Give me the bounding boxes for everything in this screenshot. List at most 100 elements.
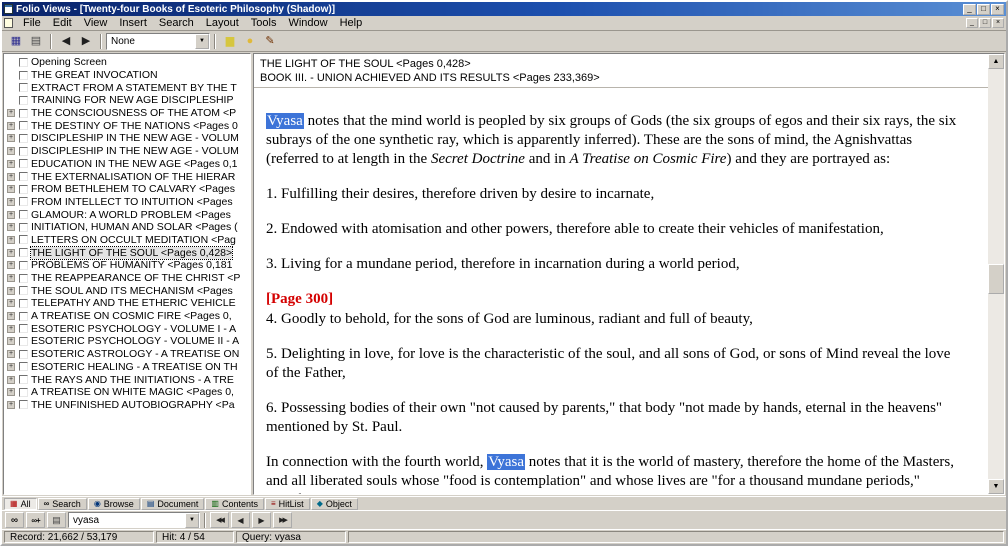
item-checkbox[interactable] — [19, 273, 28, 283]
item-checkbox[interactable] — [19, 70, 28, 80]
item-checkbox[interactable] — [19, 121, 28, 131]
sidebar-item[interactable]: + ESOTERIC ASTROLOGY - A TREATISE ON — [4, 348, 250, 361]
chevron-down-icon[interactable]: ▼ — [195, 33, 209, 49]
sidebar-item[interactable]: + THE DESTINY OF THE NATIONS <Pages 0 — [4, 119, 250, 132]
expand-icon[interactable]: + — [7, 235, 15, 244]
tab-contents[interactable]: Contents — [205, 497, 264, 510]
menu-layout[interactable]: Layout — [200, 17, 245, 29]
item-checkbox[interactable] — [19, 83, 28, 93]
item-checkbox[interactable] — [19, 235, 28, 245]
last-hit-button[interactable] — [273, 512, 292, 528]
sidebar-item[interactable]: + FROM INTELLECT TO INTUITION <Pages — [4, 196, 250, 209]
sidebar-item[interactable]: + THE SOUL AND ITS MECHANISM <Pages — [4, 284, 250, 297]
advanced-query-button[interactable] — [26, 512, 45, 528]
menu-file[interactable]: File — [17, 17, 47, 29]
item-checkbox[interactable] — [19, 222, 28, 232]
expand-icon[interactable]: + — [7, 324, 15, 333]
expand-icon[interactable]: + — [7, 337, 15, 346]
print-button[interactable] — [26, 33, 46, 50]
item-checkbox[interactable] — [19, 95, 28, 105]
item-checkbox[interactable] — [19, 260, 28, 270]
item-checkbox[interactable] — [19, 197, 28, 207]
menu-search[interactable]: Search — [153, 17, 200, 29]
item-checkbox[interactable] — [19, 362, 28, 372]
menu-window[interactable]: Window — [282, 17, 333, 29]
tab-search[interactable]: Search — [37, 497, 87, 510]
expand-icon[interactable]: + — [7, 274, 15, 283]
sidebar-item[interactable]: + EDUCATION IN THE NEW AGE <Pages 0,1 — [4, 158, 250, 171]
sidebar-item[interactable]: + ESOTERIC PSYCHOLOGY - VOLUME I - A — [4, 322, 250, 335]
word-wheel-button[interactable] — [47, 512, 66, 528]
item-checkbox[interactable] — [19, 311, 28, 321]
sidebar-item[interactable]: + FROM BETHLEHEM TO CALVARY <Pages — [4, 183, 250, 196]
menu-help[interactable]: Help — [334, 17, 369, 29]
tab-browse[interactable]: Browse — [87, 497, 140, 510]
query-combo[interactable]: vyasa ▼ — [68, 512, 200, 528]
expand-icon[interactable]: + — [7, 210, 15, 219]
tab-object[interactable]: Object — [310, 497, 358, 510]
restore-button[interactable]: □ — [977, 3, 990, 15]
sidebar-item[interactable]: + THE LIGHT OF THE SOUL <Pages 0,428> — [4, 245, 250, 260]
next-hit-button[interactable] — [252, 512, 271, 528]
sidebar-item[interactable]: + PROBLEMS OF HUMANITY <Pages 0,181 — [4, 259, 250, 272]
expand-icon[interactable]: + — [7, 286, 15, 295]
expand-icon[interactable]: + — [7, 375, 15, 384]
menu-edit[interactable]: Edit — [47, 17, 78, 29]
sidebar-item[interactable]: + ESOTERIC HEALING - A TREATISE ON TH — [4, 361, 250, 374]
item-checkbox[interactable] — [19, 400, 28, 410]
item-checkbox[interactable] — [19, 349, 28, 359]
binoculars-button[interactable] — [5, 512, 24, 528]
expand-icon[interactable]: + — [7, 350, 15, 359]
menu-insert[interactable]: Insert — [113, 17, 153, 29]
item-checkbox[interactable] — [19, 108, 28, 118]
item-checkbox[interactable] — [19, 172, 28, 182]
minimize-button[interactable]: _ — [963, 3, 976, 15]
back-button[interactable] — [56, 33, 76, 50]
expand-icon[interactable]: + — [7, 312, 15, 321]
mdi-restore-button[interactable]: □ — [979, 18, 991, 28]
menu-view[interactable]: View — [78, 17, 114, 29]
expand-icon[interactable]: + — [7, 197, 15, 206]
menu-tools[interactable]: Tools — [245, 17, 283, 29]
style-dropdown[interactable]: None ▼ — [106, 32, 210, 50]
previous-hit-button[interactable] — [231, 512, 250, 528]
sidebar-item[interactable]: + THE RAYS AND THE INITIATIONS - A TRE — [4, 373, 250, 386]
sidebar-item[interactable]: + DISCIPLESHIP IN THE NEW AGE - VOLUM — [4, 145, 250, 158]
expand-icon[interactable]: + — [7, 172, 15, 181]
expand-icon[interactable]: + — [7, 362, 15, 371]
sidebar-item[interactable]: + GLAMOUR: A WORLD PROBLEM <Pages — [4, 208, 250, 221]
item-checkbox[interactable] — [19, 248, 28, 258]
expand-icon[interactable]: + — [7, 109, 15, 118]
sidebar-item[interactable]: + LETTERS ON OCCULT MEDITATION <Pag — [4, 234, 250, 247]
item-checkbox[interactable] — [19, 286, 28, 296]
scroll-up-icon[interactable]: ▲ — [988, 54, 1004, 69]
sidebar-item[interactable]: THE GREAT INVOCATION — [4, 69, 250, 82]
expand-icon[interactable]: + — [7, 299, 15, 308]
item-checkbox[interactable] — [19, 184, 28, 194]
expand-icon[interactable]: + — [7, 248, 15, 257]
expand-icon[interactable]: + — [7, 121, 15, 130]
expand-icon[interactable]: + — [7, 134, 15, 143]
tab-all[interactable]: All — [4, 497, 37, 510]
pen-button[interactable] — [260, 33, 280, 50]
sidebar-item[interactable]: + A TREATISE ON WHITE MAGIC <Pages 0, — [4, 386, 250, 399]
expand-icon[interactable]: + — [7, 400, 15, 409]
expand-icon[interactable]: + — [7, 388, 15, 397]
expand-icon[interactable]: + — [7, 147, 15, 156]
tab-hitlist[interactable]: HitList — [265, 497, 310, 510]
sidebar-item[interactable]: + DISCIPLESHIP IN THE NEW AGE - VOLUM — [4, 132, 250, 145]
note-button[interactable] — [240, 33, 260, 50]
chevron-down-icon[interactable]: ▼ — [185, 512, 199, 528]
expand-icon[interactable]: + — [7, 159, 15, 168]
item-checkbox[interactable] — [19, 133, 28, 143]
item-checkbox[interactable] — [19, 57, 28, 67]
expand-icon[interactable]: + — [7, 185, 15, 194]
highlighter-button[interactable] — [220, 33, 240, 50]
sidebar-item[interactable]: TRAINING FOR NEW AGE DISCIPLESHIP — [4, 94, 250, 107]
expand-icon[interactable]: + — [7, 261, 15, 270]
item-checkbox[interactable] — [19, 298, 28, 308]
item-checkbox[interactable] — [19, 159, 28, 169]
save-button[interactable] — [6, 33, 26, 50]
scrollbar-thumb[interactable] — [988, 264, 1004, 294]
mdi-minimize-button[interactable]: _ — [966, 18, 978, 28]
